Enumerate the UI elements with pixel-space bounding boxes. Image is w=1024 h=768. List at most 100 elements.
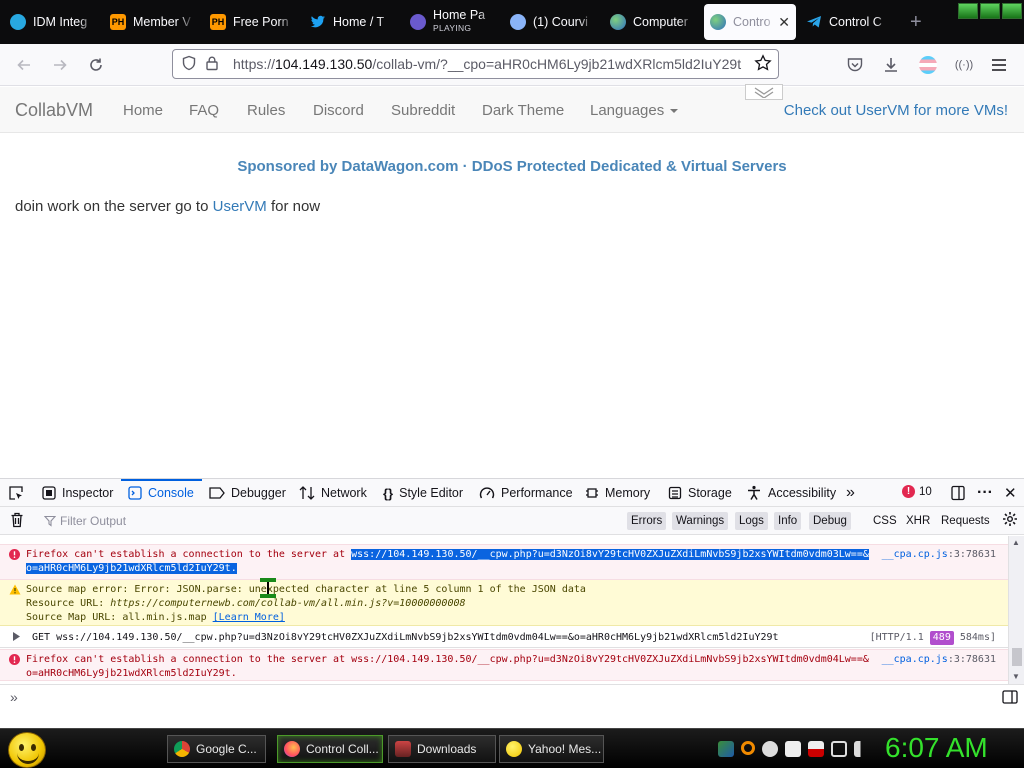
taskbar-item-chrome[interactable]: Google C...	[167, 735, 266, 763]
nav-faq[interactable]: FAQ	[189, 102, 219, 119]
filter-debug-button[interactable]: Debug	[809, 512, 851, 530]
source-location-link[interactable]: __cpa.cp.js:3:78631	[882, 548, 996, 562]
minimize-button[interactable]	[958, 3, 978, 19]
filter-errors-button[interactable]: Errors	[627, 512, 667, 530]
close-tab-icon[interactable]: ✕	[778, 14, 790, 31]
close-window-button[interactable]	[1002, 3, 1022, 19]
pocket-icon[interactable]	[844, 54, 866, 76]
request-status[interactable]: [HTTP/1.1 489 584ms]	[870, 631, 996, 645]
selected-url[interactable]: wss://104.149.130.50/__cpw.php?u=d3NzOi8…	[351, 549, 869, 560]
tray-volume-icon[interactable]	[854, 741, 870, 757]
tray-minus-icon[interactable]	[762, 741, 778, 757]
taskbar-label: Google C...	[196, 742, 257, 756]
console-error-message[interactable]: Firefox can't establish a connection to …	[0, 544, 1008, 580]
tab-idm[interactable]: IDM Integ	[4, 4, 100, 40]
nav-discord[interactable]: Discord	[313, 102, 364, 119]
scroll-up-icon[interactable]: ▲	[1012, 538, 1020, 547]
taskbar-item-firefox[interactable]: Control Coll...	[277, 735, 383, 763]
nav-subreddit[interactable]: Subreddit	[391, 102, 455, 119]
console-filter-bar: Filter Output Errors Warnings Logs Info …	[0, 507, 1024, 535]
tab-home-page[interactable]: Home Pa PLAYING	[404, 4, 500, 40]
tab-courvi[interactable]: (1) Courvi	[504, 4, 600, 40]
trash-icon[interactable]	[10, 512, 24, 534]
collapse-chevron-icon[interactable]	[745, 84, 783, 100]
site-brand[interactable]: CollabVM	[15, 100, 93, 121]
filter-requests-button[interactable]: Requests	[941, 512, 990, 530]
tab-memory[interactable]: Memory	[585, 479, 650, 507]
tab-accessibility[interactable]: Accessibility	[746, 479, 836, 507]
console-network-message[interactable]: GET wss://104.149.130.50/__cpw.php?u=d3N…	[0, 628, 1008, 648]
tab-inspector[interactable]: Inspector	[42, 479, 113, 507]
close-devtools-icon[interactable]: ✕	[1004, 479, 1017, 507]
sponsor-banner[interactable]: Sponsored by DataWagon.com · DDoS Protec…	[0, 158, 1024, 175]
devtools-menu-icon[interactable]: ···	[977, 479, 993, 507]
editor-mode-icon[interactable]	[1002, 690, 1018, 707]
start-smiley-icon[interactable]	[8, 732, 46, 768]
url-text[interactable]: https://104.149.130.50/collab-vm/?__cpo=…	[233, 56, 743, 72]
maximize-button[interactable]	[980, 3, 1000, 19]
tab-control-telegram[interactable]: Control C	[800, 4, 896, 40]
url-bar[interactable]: https://104.149.130.50/collab-vm/?__cpo=…	[172, 49, 779, 79]
tab-console[interactable]: Console	[121, 479, 202, 507]
nav-rules[interactable]: Rules	[247, 102, 285, 119]
site-navbar: CollabVM Home FAQ Rules Discord Subreddi…	[0, 87, 1024, 133]
tab-twitter[interactable]: Home / T	[304, 4, 400, 40]
taskbar-item-downloads[interactable]: Downloads	[388, 735, 496, 763]
tab-performance[interactable]: Performance	[479, 479, 573, 507]
tab-network[interactable]: Network	[299, 479, 367, 507]
dock-side-icon[interactable]	[950, 479, 966, 507]
console-scrollbar[interactable]: ▲ ▼	[1008, 536, 1024, 684]
scroll-down-icon[interactable]: ▼	[1012, 672, 1020, 681]
element-picker-icon[interactable]	[8, 479, 24, 507]
tray-calendar-icon[interactable]	[785, 741, 801, 757]
selected-url-end[interactable]: o=aHR0cHM6Ly9jb21wdXRlcm5ld2IuY29t.	[26, 563, 237, 574]
filter-info-button[interactable]: Info	[774, 512, 802, 530]
back-button[interactable]	[13, 54, 35, 76]
reload-button[interactable]	[85, 54, 107, 76]
more-tools-chevron-icon[interactable]: »	[846, 479, 855, 507]
tab-member[interactable]: PH Member V	[104, 4, 200, 40]
scroll-thumb[interactable]	[1012, 648, 1022, 666]
tab-storage[interactable]: Storage	[668, 479, 732, 507]
tab-computer[interactable]: Computer	[604, 4, 700, 40]
filter-output-input[interactable]: Filter Output	[44, 514, 126, 528]
extension-icon[interactable]: ((·))	[953, 54, 975, 76]
tray-network-icon[interactable]	[718, 741, 734, 757]
filter-css-button[interactable]: CSS	[873, 512, 897, 530]
console-settings-gear-icon[interactable]	[1002, 511, 1018, 533]
filter-logs-button[interactable]: Logs	[735, 512, 768, 530]
console-warning-message[interactable]: Source map error: Error: JSON.parse: une…	[0, 580, 1008, 626]
tab-control-active[interactable]: Contro ✕	[704, 4, 796, 40]
tray-search-icon[interactable]	[741, 741, 755, 755]
source-location-link[interactable]: __cpa.cp.js:3:78631	[882, 653, 996, 667]
menu-icon[interactable]	[988, 54, 1010, 76]
expand-triangle-icon[interactable]	[13, 632, 20, 646]
tray-flag-icon[interactable]	[808, 741, 824, 757]
tab-debugger[interactable]: Debugger	[209, 479, 286, 507]
tracking-shield-icon[interactable]	[181, 55, 199, 74]
filter-xhr-button[interactable]: XHR	[906, 512, 930, 530]
downloads-icon[interactable]	[880, 54, 902, 76]
taskbar-item-yahoo[interactable]: Yahoo! Mes...	[499, 735, 604, 763]
error-count-badge[interactable]: ! 10	[902, 485, 932, 498]
new-tab-button[interactable]: +	[910, 11, 930, 34]
console-input[interactable]: »	[0, 684, 1024, 710]
resource-url[interactable]: https://computernewb.com/collab-vm/all.m…	[110, 598, 465, 609]
bookmark-star-icon[interactable]	[754, 54, 772, 75]
console-error-message[interactable]: Firefox can't establish a connection to …	[0, 649, 1008, 681]
nav-dark-theme[interactable]: Dark Theme	[482, 102, 564, 119]
tray-display-icon[interactable]	[831, 741, 847, 757]
profile-flag-icon[interactable]	[917, 54, 939, 76]
source-file: __cpa.cp.js	[881, 549, 948, 560]
tab-style-editor[interactable]: {} Style Editor	[383, 479, 463, 507]
taskbar-clock[interactable]: 6:07 AM	[885, 732, 988, 764]
filter-warnings-button[interactable]: Warnings	[672, 512, 729, 530]
uservm-promo-link[interactable]: Check out UserVM for more VMs!	[784, 102, 1008, 119]
uservm-link[interactable]: UserVM	[213, 198, 267, 215]
nav-languages-dropdown[interactable]: Languages	[590, 102, 679, 119]
forward-button[interactable]	[49, 54, 71, 76]
lock-icon[interactable]	[205, 55, 221, 74]
tab-ph[interactable]: PH Free Porn	[204, 4, 300, 40]
nav-home[interactable]: Home	[123, 102, 163, 119]
learn-more-link[interactable]: [Learn More]	[213, 612, 285, 623]
